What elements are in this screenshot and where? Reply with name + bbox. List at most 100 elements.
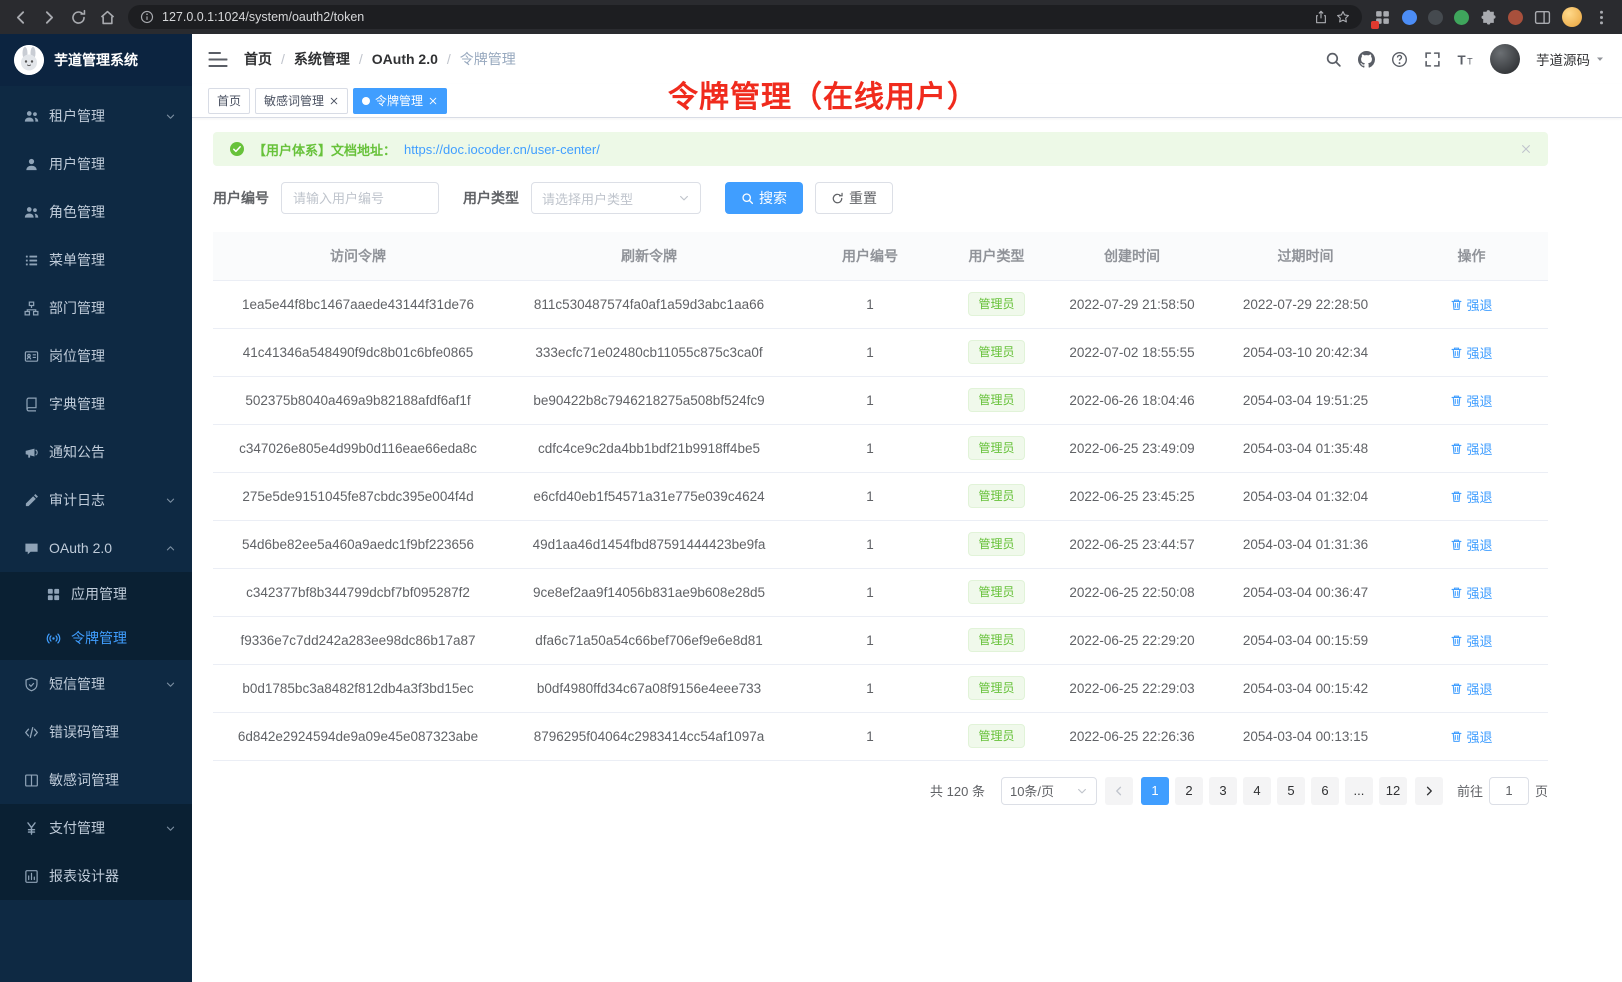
forward-icon[interactable] [41,9,58,26]
help-icon[interactable] [1391,51,1408,68]
force-logout-button[interactable]: 强退 [1450,439,1492,458]
user-id-cell: 1 [795,520,945,568]
app-logo[interactable]: 芋道管理系统 [0,34,192,86]
back-icon[interactable] [12,9,29,26]
force-logout-button[interactable]: 强退 [1450,391,1492,410]
pagination-page-5[interactable]: 5 [1277,777,1305,805]
address-bar[interactable]: 127.0.0.1:1024/system/oauth2/token [128,5,1362,29]
app-shell: 芋道管理系统 租户管理用户管理角色管理菜单管理部门管理岗位管理字典管理通知公告审… [0,34,1622,982]
pagination-page-1[interactable]: 1 [1141,777,1169,805]
pagination-prev-button[interactable] [1105,777,1133,805]
sidebar-item-oauth2-token[interactable]: 令牌管理 [0,616,192,660]
alert-close-icon[interactable] [1520,143,1532,155]
user-id-input[interactable] [281,182,439,214]
extension-green-icon[interactable] [1454,10,1469,25]
force-logout-button[interactable]: 强退 [1450,487,1492,506]
sidebar-item-sensitive-word[interactable]: 敏感词管理 [0,756,192,804]
yen-icon [24,821,39,836]
force-logout-label: 强退 [1466,535,1492,554]
extension-dark-icon[interactable] [1428,10,1443,25]
view-tab-sensitive-word[interactable]: 敏感词管理 [255,88,348,114]
reload-icon[interactable] [70,9,87,26]
actions-cell: 强退 [1395,424,1548,472]
user-type-cell: 管理员 [945,328,1048,376]
reset-button[interactable]: 重置 [815,182,893,214]
reset-button-label: 重置 [849,188,877,208]
extension-grid-icon[interactable] [1374,9,1391,26]
pagination-page-3[interactable]: 3 [1209,777,1237,805]
sidebar-item-audit-log[interactable]: 审计日志 [0,476,192,524]
actions-cell: 强退 [1395,520,1548,568]
breadcrumb: 首页/系统管理/OAuth 2.0/令牌管理 [244,49,516,69]
user-type-select[interactable]: 请选择用户类型 [531,182,701,214]
breadcrumb-item-1[interactable]: 系统管理 [294,49,350,69]
extension-red-icon[interactable] [1508,10,1523,25]
view-tab-oauth2-token[interactable]: 令牌管理 [353,88,447,114]
sidebar-item-pay[interactable]: 支付管理 [0,804,192,852]
force-logout-button[interactable]: 强退 [1450,295,1492,314]
sidebar-item-dept[interactable]: 部门管理 [0,284,192,332]
sidebar-item-oauth2[interactable]: OAuth 2.0 [0,524,192,572]
browser-menu-icon[interactable] [1593,9,1610,26]
github-icon[interactable] [1358,51,1375,68]
pagination-page-12[interactable]: 12 [1379,777,1407,805]
sidebar-item-error-code[interactable]: 错误码管理 [0,708,192,756]
sidebar-collapse-icon[interactable] [208,51,228,68]
home-icon[interactable] [99,9,116,26]
pagination-more-button[interactable]: ... [1345,777,1373,805]
sidebar-item-report-designer[interactable]: 报表设计器 [0,852,192,900]
user-menu[interactable]: 芋道源码 [1536,49,1606,69]
force-logout-button[interactable]: 强退 [1450,727,1492,746]
pagination-next-button[interactable] [1415,777,1443,805]
bookmark-star-icon[interactable] [1336,10,1350,24]
sidebar-item-notice[interactable]: 通知公告 [0,428,192,476]
sidebar-item-post[interactable]: 岗位管理 [0,332,192,380]
force-logout-button[interactable]: 强退 [1450,535,1492,554]
split-view-icon[interactable] [1534,9,1551,26]
sidebar-menu: 租户管理用户管理角色管理菜单管理部门管理岗位管理字典管理通知公告审计日志OAut… [0,86,192,982]
sidebar-item-role[interactable]: 角色管理 [0,188,192,236]
pagination-page-6[interactable]: 6 [1311,777,1339,805]
force-logout-button[interactable]: 强退 [1450,583,1492,602]
force-logout-button[interactable]: 强退 [1450,343,1492,362]
site-info-icon[interactable] [140,10,154,24]
columns-icon [24,773,39,788]
extensions-puzzle-icon[interactable] [1480,9,1497,26]
topbar-actions: TT 芋道源码 [1325,44,1606,74]
sidebar-item-oauth2-app[interactable]: 应用管理 [0,572,192,616]
chevron-down-icon [165,111,176,122]
pagination-page-4[interactable]: 4 [1243,777,1271,805]
user-type-cell: 管理员 [945,472,1048,520]
sidebar-item-dict[interactable]: 字典管理 [0,380,192,428]
breadcrumb-item-2[interactable]: OAuth 2.0 [372,51,438,67]
font-size-icon[interactable]: TT [1457,51,1474,68]
sidebar-item-menu[interactable]: 菜单管理 [0,236,192,284]
doc-link[interactable]: https://doc.iocoder.cn/user-center/ [404,142,600,157]
actions-cell: 强退 [1395,616,1548,664]
fullscreen-icon[interactable] [1424,51,1441,68]
code-icon [24,725,39,740]
force-logout-button[interactable]: 强退 [1450,679,1492,698]
created-time-cell: 2022-07-02 18:55:55 [1048,328,1216,376]
trash-icon [1450,346,1463,359]
share-icon[interactable] [1314,10,1328,24]
force-logout-button[interactable]: 强退 [1450,631,1492,650]
goto-page-input[interactable] [1489,777,1529,805]
close-tab-icon[interactable] [329,96,339,106]
search-button[interactable]: 搜索 [725,182,803,214]
breadcrumb-item-0[interactable]: 首页 [244,49,272,69]
sidebar-item-sms[interactable]: 短信管理 [0,660,192,708]
sidebar-item-user[interactable]: 用户管理 [0,140,192,188]
view-tab-home[interactable]: 首页 [208,88,250,114]
browser-profile-avatar[interactable] [1562,7,1582,27]
sidebar-item-label: 租户管理 [49,106,165,126]
close-tab-icon[interactable] [428,96,438,106]
sidebar-item-tenant[interactable]: 租户管理 [0,92,192,140]
search-icon[interactable] [1325,51,1342,68]
app-grid-icon [46,587,61,602]
page-size-select[interactable]: 10条/页 [1001,777,1097,805]
trash-icon [1450,634,1463,647]
user-avatar[interactable] [1490,44,1520,74]
extension-blue-icon[interactable] [1402,10,1417,25]
pagination-page-2[interactable]: 2 [1175,777,1203,805]
